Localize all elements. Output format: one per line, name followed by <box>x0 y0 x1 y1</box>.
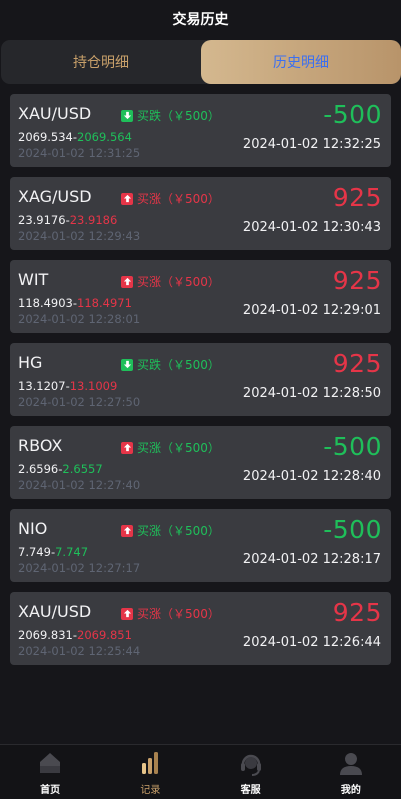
close-time: 2024-01-02 12:28:17 <box>242 552 381 567</box>
open-price: 2.6596 <box>18 462 59 476</box>
order-card[interactable]: WIT 买涨（￥500） 118.4903-118.4971 2024-01-0… <box>10 260 391 333</box>
close-time: 2024-01-02 12:26:44 <box>242 635 381 650</box>
open-price: 118.4903 <box>18 296 73 310</box>
nav-service[interactable]: 客服 <box>201 745 301 799</box>
order-pnl: 925 <box>332 183 382 212</box>
nav-label: 我的 <box>340 785 361 796</box>
close-time: 2024-01-02 12:30:43 <box>242 220 381 235</box>
nav-label: 首页 <box>40 785 61 796</box>
order-direction: 买涨（￥500） <box>121 522 220 539</box>
direction-label: 买涨（￥500） <box>137 275 220 289</box>
order-card[interactable]: XAU/USD 买涨（￥500） 2069.831-2069.851 2024-… <box>10 592 391 665</box>
home-icon <box>40 753 61 773</box>
tab-bar: 持仓明细 历史明细 <box>1 40 401 84</box>
open-price: 23.9176 <box>18 213 66 227</box>
headset-icon <box>240 754 261 776</box>
direction-label: 买涨（￥500） <box>137 441 220 455</box>
arrow-up-icon <box>121 441 133 454</box>
order-pnl: -500 <box>323 100 382 129</box>
order-pnl: 925 <box>332 349 382 378</box>
close-time: 2024-01-02 12:28:50 <box>242 386 381 401</box>
order-prices: 2069.534-2069.564 <box>18 130 132 144</box>
order-prices: 2069.831-2069.851 <box>18 628 132 642</box>
order-pnl: -500 <box>323 515 382 544</box>
direction-label: 买涨（￥500） <box>137 524 220 538</box>
nav-label: 记录 <box>140 785 161 796</box>
open-price: 2069.534 <box>18 130 73 144</box>
nav-label: 客服 <box>240 785 261 796</box>
order-symbol: RBOX <box>18 436 63 455</box>
order-prices: 118.4903-118.4971 <box>18 296 132 310</box>
order-direction: 买跌（￥500） <box>121 356 220 373</box>
order-symbol: NIO <box>18 519 48 538</box>
nav-profile[interactable]: 我的 <box>301 745 401 799</box>
order-card[interactable]: XAU/USD 买跌（￥500） 2069.534-2069.564 2024-… <box>10 94 391 167</box>
open-time: 2024-01-02 12:28:01 <box>18 312 141 326</box>
close-price: 118.4971 <box>77 296 132 310</box>
page-header: 交易历史 <box>0 0 401 38</box>
open-price: 7.749 <box>18 545 51 559</box>
open-time: 2024-01-02 12:31:25 <box>18 146 141 160</box>
order-pnl: 925 <box>332 598 382 627</box>
close-price: 2069.851 <box>77 628 132 642</box>
arrow-down-icon <box>121 358 133 371</box>
order-pnl: -500 <box>323 432 382 461</box>
tab-history[interactable]: 历史明细 <box>201 40 401 84</box>
user-icon <box>339 753 362 775</box>
direction-label: 买跌（￥500） <box>137 358 220 372</box>
close-price: 2.6557 <box>62 462 103 476</box>
arrow-down-icon <box>121 109 133 122</box>
order-direction: 买涨（￥500） <box>121 190 220 207</box>
open-price: 2069.831 <box>18 628 73 642</box>
arrow-up-icon <box>121 275 133 288</box>
order-direction: 买涨（￥500） <box>121 439 220 456</box>
close-price: 2069.564 <box>77 130 132 144</box>
nav-home[interactable]: 首页 <box>0 745 100 799</box>
order-direction: 买涨（￥500） <box>121 273 220 290</box>
order-direction: 买涨（￥500） <box>121 605 220 622</box>
open-time: 2024-01-02 12:27:50 <box>18 395 141 409</box>
close-time: 2024-01-02 12:29:01 <box>242 303 381 318</box>
order-card[interactable]: HG 买跌（￥500） 13.1207-13.1009 2024-01-02 1… <box>10 343 391 416</box>
open-time: 2024-01-02 12:25:44 <box>18 644 141 658</box>
close-price: 23.9186 <box>69 213 118 227</box>
open-time: 2024-01-02 12:29:43 <box>18 229 141 243</box>
close-price: 13.1009 <box>69 379 118 393</box>
order-card[interactable]: RBOX 买涨（￥500） 2.6596-2.6557 2024-01-02 1… <box>10 426 391 499</box>
order-card[interactable]: XAG/USD 买涨（￥500） 23.9176-23.9186 2024-01… <box>10 177 391 250</box>
direction-label: 买跌（￥500） <box>137 109 220 123</box>
order-symbol: XAU/USD <box>18 104 92 123</box>
order-prices: 2.6596-2.6557 <box>18 462 103 476</box>
tab-positions[interactable]: 持仓明细 <box>1 40 201 84</box>
open-time: 2024-01-02 12:27:40 <box>18 478 141 492</box>
order-symbol: HG <box>18 353 43 372</box>
bottom-nav: 首页 记录 客服 我的 <box>0 744 401 799</box>
order-symbol: WIT <box>18 270 49 289</box>
arrow-up-icon <box>121 524 133 537</box>
order-prices: 23.9176-23.9186 <box>18 213 117 227</box>
arrow-up-icon <box>121 192 133 205</box>
open-time: 2024-01-02 12:27:17 <box>18 561 141 575</box>
page-title: 交易历史 <box>172 12 229 28</box>
direction-label: 买涨（￥500） <box>137 192 220 206</box>
open-price: 13.1207 <box>18 379 66 393</box>
order-list: XAU/USD 买跌（￥500） 2069.534-2069.564 2024-… <box>0 84 401 665</box>
order-direction: 买跌（￥500） <box>121 107 220 124</box>
order-pnl: 925 <box>332 266 382 295</box>
order-symbol: XAU/USD <box>18 602 92 621</box>
arrow-up-icon <box>121 607 133 620</box>
direction-label: 买涨（￥500） <box>137 607 220 621</box>
close-price: 7.747 <box>55 545 89 559</box>
nav-records[interactable]: 记录 <box>100 745 200 799</box>
close-time: 2024-01-02 12:32:25 <box>242 137 381 152</box>
close-time: 2024-01-02 12:28:40 <box>242 469 381 484</box>
order-symbol: XAG/USD <box>18 187 92 206</box>
order-prices: 13.1207-13.1009 <box>18 379 117 393</box>
order-prices: 7.749-7.747 <box>18 545 88 559</box>
records-icon <box>142 752 159 774</box>
order-card[interactable]: NIO 买涨（￥500） 7.749-7.747 2024-01-02 12:2… <box>10 509 391 582</box>
